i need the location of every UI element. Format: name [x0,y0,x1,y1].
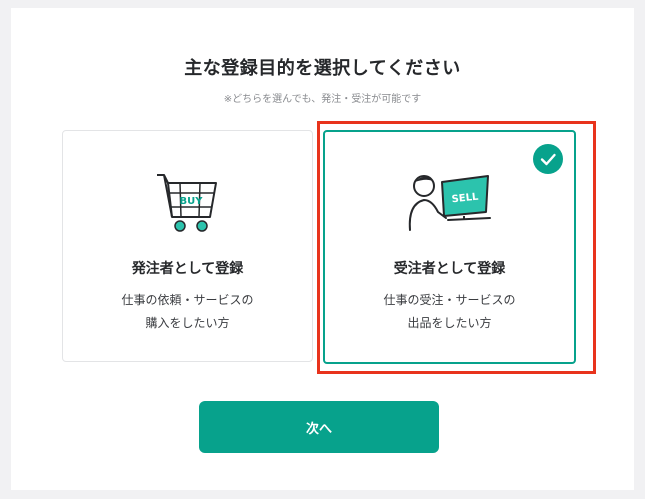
option-card-buyer[interactable]: BUY 発注者として登録 仕事の依頼・サービスの 購入をしたい方 [62,130,313,362]
option-description-line: 購入をしたい方 [145,316,230,330]
svg-text:BUY: BUY [179,196,203,207]
next-button[interactable]: 次へ [199,401,439,453]
page-note: ※どちらを選んでも、発注・受注が可能です [223,94,422,105]
shopping-cart-icon: BUY [156,174,217,232]
option-description: 仕事の受注・サービスの 出品をしたい方 [325,289,574,335]
option-title: 発注者として登録 [131,261,244,277]
option-description-line: 仕事の受注・サービスの [383,293,516,307]
person-at-computer-icon: SELL [408,175,491,231]
option-description-line: 仕事の依頼・サービスの [121,293,254,307]
option-title: 受注者として登録 [393,261,506,277]
option-description: 仕事の依頼・サービスの 購入をしたい方 [63,289,312,335]
option-description-line: 出品をしたい方 [407,316,492,330]
option-card-seller[interactable]: SELL 受注者として登録 仕事の受注・サービスの 出品をしたい方 [323,130,576,364]
check-icon [533,144,563,174]
page-title: 主な登録目的を選択してください [184,58,461,79]
